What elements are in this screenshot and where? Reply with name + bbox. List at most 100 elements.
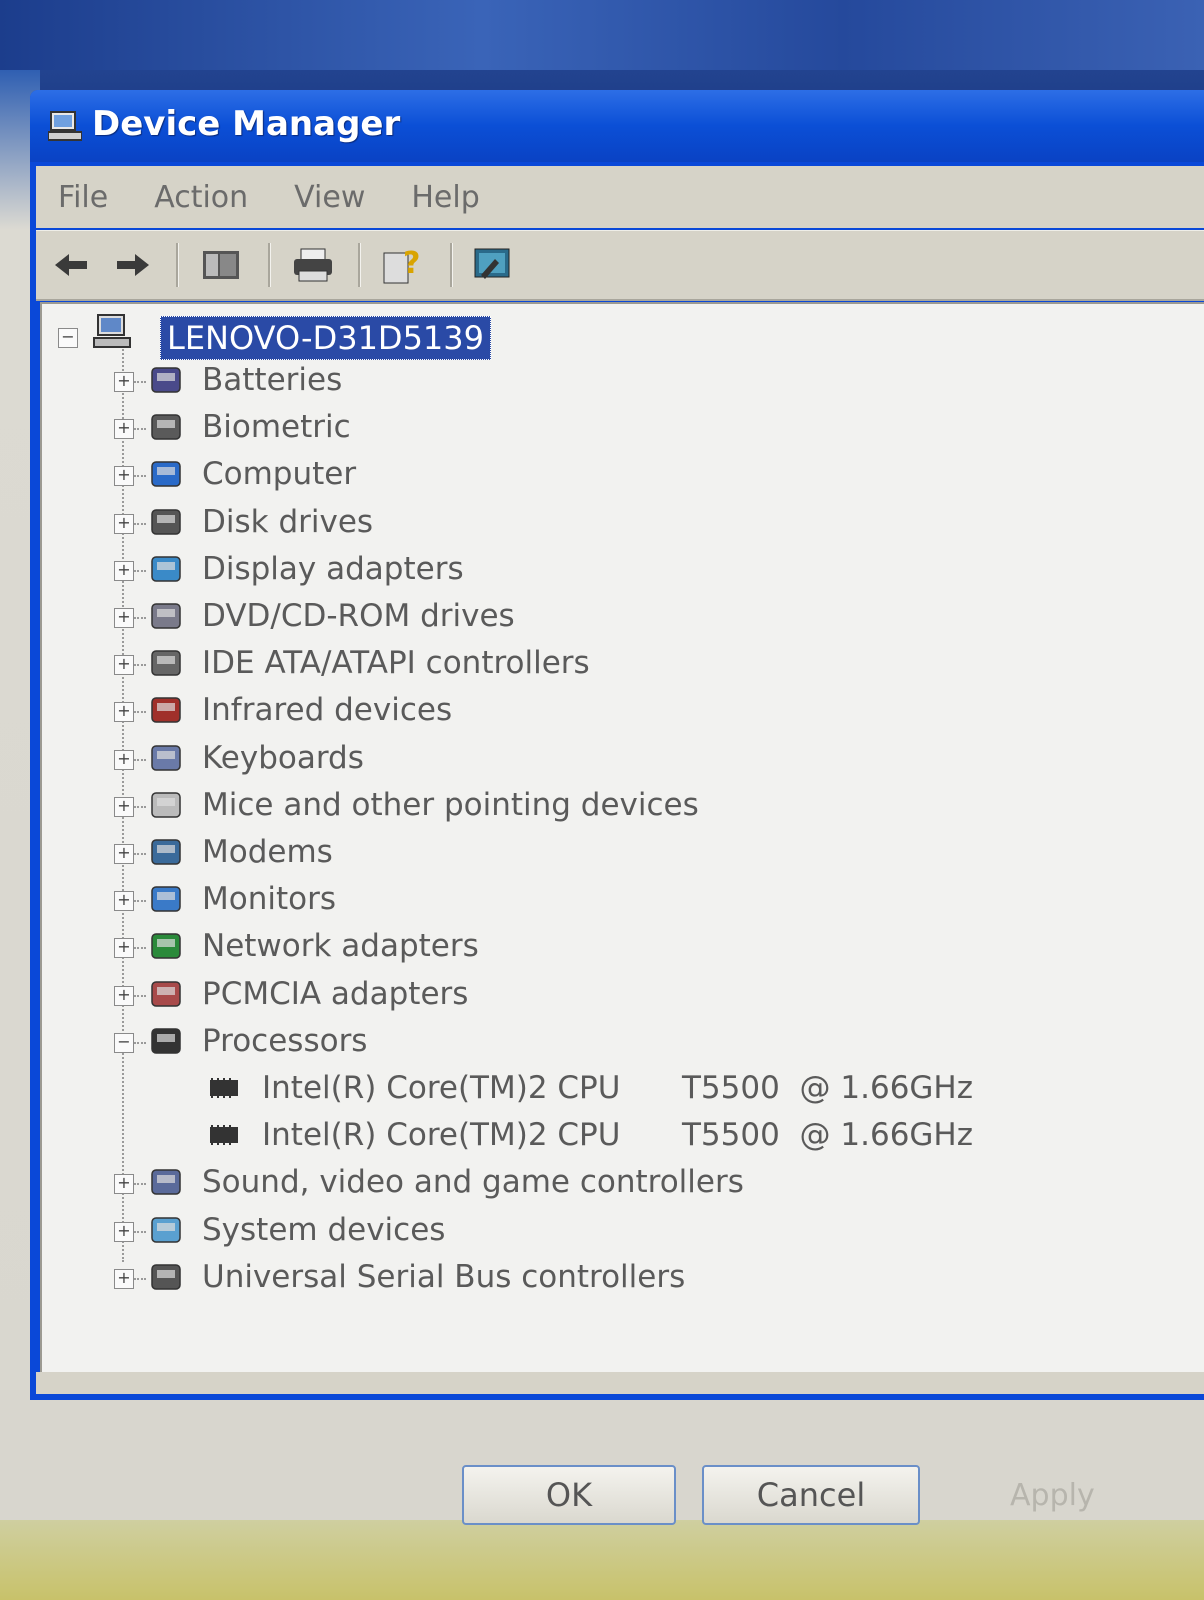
desktop-background [0,0,1204,70]
category-label[interactable]: Disk drives [202,504,373,540]
expand-toggle-11[interactable]: + [114,844,134,864]
toolbar-separator [358,243,361,287]
tree-line [134,947,146,949]
cancel-button[interactable]: Cancel [702,1465,920,1525]
infrared-icon [151,697,181,723]
tree-line [134,1231,146,1233]
menu-bar: File Action View Help [36,166,1204,228]
tree-line [134,711,146,713]
ok-button[interactable]: OK [462,1465,676,1525]
expand-toggle-8[interactable]: + [114,702,134,722]
expand-toggle-13[interactable]: + [114,938,134,958]
category-label[interactable]: Sound, video and game controllers [202,1164,744,1200]
print-icon [294,248,332,282]
toolbar-separator [450,243,453,287]
menu-help[interactable]: Help [411,180,479,215]
title-bar[interactable]: Device Manager [30,90,1204,162]
expand-toggle-14[interactable]: + [114,986,134,1006]
processor-model[interactable]: T5500 @ 1.66GHz [682,1070,973,1106]
category-label[interactable]: PCMCIA adapters [202,976,468,1012]
category-label[interactable]: Infrared devices [202,692,452,728]
device-tree: − LENOVO-D31D5139 + Batteries + Biometric + C… [40,302,1204,1374]
category-label[interactable]: Monitors [202,881,336,917]
category-label[interactable]: Batteries [202,362,342,398]
toolbar: ? [36,230,1204,301]
expand-toggle-17[interactable]: + [114,1222,134,1242]
root-collapse-toggle[interactable]: − [58,328,78,348]
category-label[interactable]: Processors [202,1023,367,1059]
tree-line [134,617,146,619]
tree-line [134,759,146,761]
expand-toggle-5[interactable]: + [114,561,134,581]
tree-line [134,995,146,997]
category-label[interactable]: IDE ATA/ATAPI controllers [202,645,590,681]
category-label[interactable]: Keyboards [202,740,364,776]
menu-action[interactable]: Action [154,180,248,215]
help-button[interactable]: ? [378,241,428,289]
processor-model[interactable]: T5500 @ 1.66GHz [682,1117,973,1153]
tree-line [134,806,146,808]
tree-line [134,664,146,666]
category-label[interactable]: Computer [202,456,356,492]
apply-button[interactable]: Apply [1010,1478,1095,1513]
device-manager-icon [48,111,82,141]
expand-toggle-12[interactable]: + [114,891,134,911]
expand-toggle-6[interactable]: + [114,608,134,628]
usb-icon [151,1264,181,1290]
expand-toggle-16[interactable]: + [114,1174,134,1194]
console-tree-icon [203,251,239,279]
expand-toggle-10[interactable]: + [114,797,134,817]
expand-toggle-18[interactable]: + [114,1269,134,1289]
category-label[interactable]: Biometric [202,409,351,445]
computer-root-icon [93,314,131,348]
expand-toggle-15[interactable]: − [114,1033,134,1053]
category-label[interactable]: Modems [202,834,333,870]
svg-text:?: ? [403,246,420,281]
show-hide-console-tree-button[interactable] [196,241,246,289]
monitor-icon [151,886,181,912]
toolbar-separator [176,243,179,287]
forward-icon [117,254,149,276]
expand-toggle-9[interactable]: + [114,750,134,770]
help-icon: ? [383,246,420,284]
processor-name[interactable]: Intel(R) Core(TM)2 CPU [262,1117,620,1153]
modem-icon [151,839,181,865]
expand-toggle-4[interactable]: + [114,514,134,534]
tree-line [134,570,146,572]
back-button[interactable] [46,241,96,289]
pcmcia-icon [151,981,181,1007]
disk-drive-icon [151,509,181,535]
category-label[interactable]: Universal Serial Bus controllers [202,1259,685,1295]
menu-view[interactable]: View [294,180,365,215]
device-manager-window: Device Manager File Action View Help ? −… [30,90,1204,1400]
expand-toggle-1[interactable]: + [114,372,134,392]
display-adapter-icon [151,556,181,582]
forward-button[interactable] [108,241,158,289]
toolbar-separator [268,243,271,287]
expand-toggle-3[interactable]: + [114,466,134,486]
dvd-drive-icon [151,603,181,629]
tree-line [134,381,146,383]
scan-hardware-button[interactable] [468,241,518,289]
category-label[interactable]: DVD/CD-ROM drives [202,598,515,634]
category-label[interactable]: Display adapters [202,551,464,587]
tree-line [134,523,146,525]
print-button[interactable] [288,241,338,289]
tree-line [134,1042,146,1044]
tree-line [134,853,146,855]
processor-name[interactable]: Intel(R) Core(TM)2 CPU [262,1070,620,1106]
biometric-icon [151,414,181,440]
tree-line [134,1278,146,1280]
expand-toggle-7[interactable]: + [114,655,134,675]
expand-toggle-2[interactable]: + [114,419,134,439]
computer-name-root[interactable]: LENOVO-D31D5139 [160,316,491,360]
computer-icon [151,461,181,487]
processor-icon [210,1078,238,1098]
category-label[interactable]: Network adapters [202,928,479,964]
tree-line [134,428,146,430]
system-device-icon [151,1217,181,1243]
processor-icon [151,1028,181,1054]
category-label[interactable]: System devices [202,1212,445,1248]
menu-file[interactable]: File [58,180,108,215]
category-label[interactable]: Mice and other pointing devices [202,787,699,823]
